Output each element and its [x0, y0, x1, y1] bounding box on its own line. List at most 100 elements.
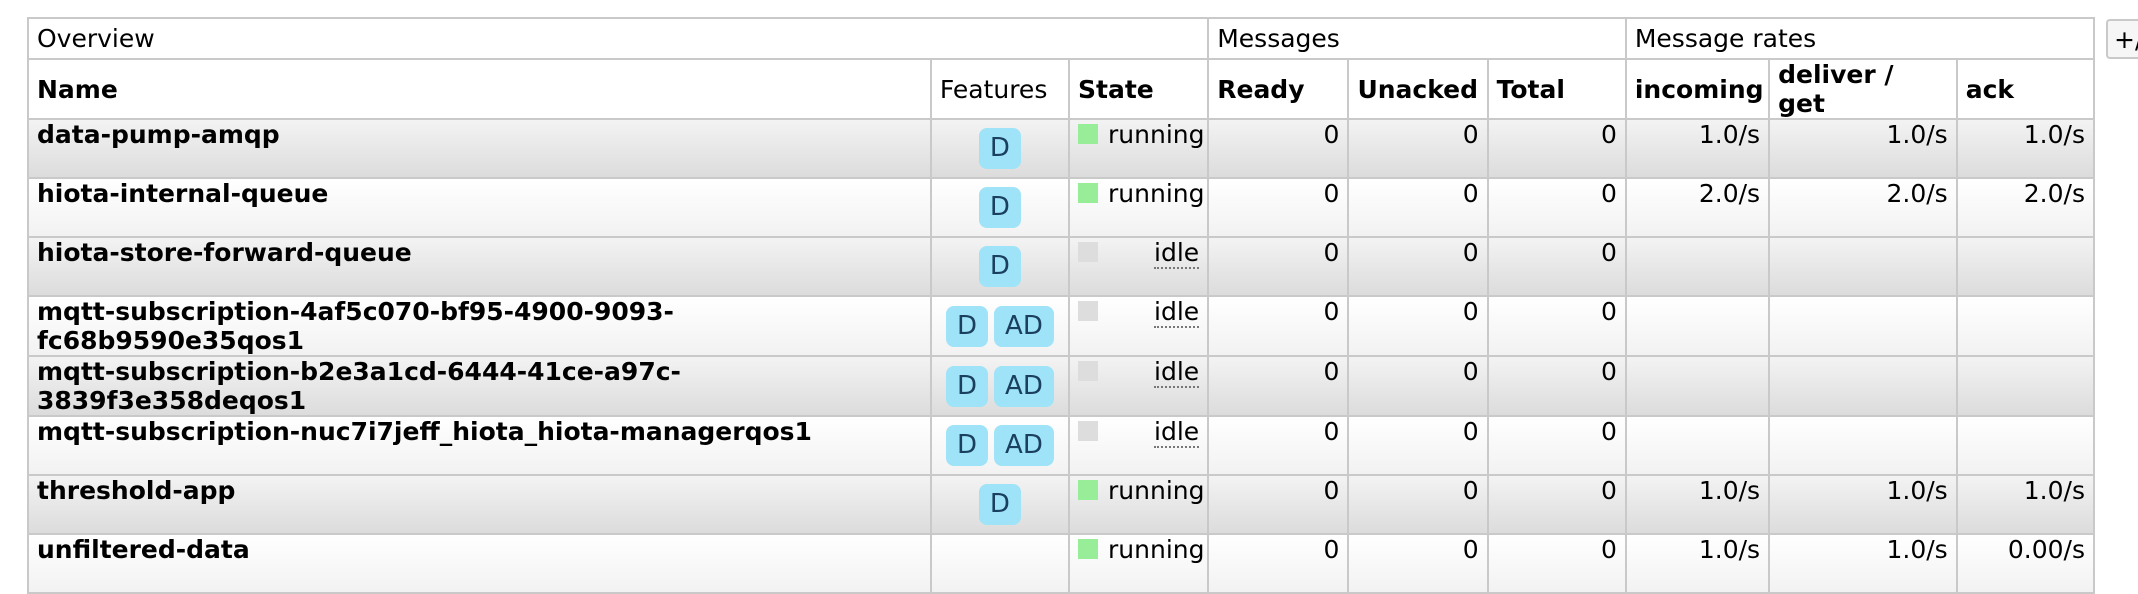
queue-row[interactable]: hiota-internal-queue Drunning 0 0 0 2.0/s 2.0/…: [27, 177, 2096, 238]
feature-badge-d: D: [978, 128, 1021, 169]
queue-features: D AD: [929, 295, 1071, 357]
queue-ready: 0: [1207, 295, 1350, 357]
queue-ready: 0: [1207, 177, 1350, 238]
feature-badge-d: D: [978, 246, 1021, 287]
queue-row[interactable]: threshold-app Drunning 0 0 0 1.0/s 1.0/s 1.0/s: [27, 474, 2096, 535]
queue-incoming: 1.0/s: [1624, 118, 1771, 179]
queue-row[interactable]: mqtt-subscription-nuc7i7jeff_hiota_hiota…: [27, 415, 2096, 476]
queue-ack: [1955, 236, 2096, 297]
state-indicator-icon: [1078, 421, 1099, 441]
queue-incoming: 1.0/s: [1624, 533, 1771, 594]
queue-name-link[interactable]: threshold-app: [27, 474, 932, 535]
queue-deliver-get: 1.0/s: [1768, 118, 1958, 179]
queue-deliver-get: [1768, 236, 1958, 297]
queue-unacked: 0: [1347, 533, 1489, 594]
queue-total: 0: [1486, 236, 1627, 297]
column-header-deliver-get[interactable]: deliver / get: [1768, 58, 1958, 120]
column-group-row: Overview Messages Message rates: [26, 17, 2096, 60]
queue-incoming: 2.0/s: [1624, 177, 1771, 238]
queue-ready: 0: [1207, 355, 1350, 417]
queue-ready: 0: [1207, 415, 1350, 476]
feature-badge-d: D: [946, 365, 989, 407]
queue-state: idle: [1068, 295, 1210, 357]
group-header-messages: Messages: [1207, 17, 1627, 60]
group-header-message-rates: Message rates: [1624, 17, 2096, 60]
state-indicator-icon: [1078, 183, 1099, 203]
queue-state: running: [1068, 474, 1210, 535]
state-label: idle: [1154, 238, 1200, 269]
queue-total: 0: [1486, 474, 1627, 535]
queue-incoming: [1624, 415, 1771, 476]
feature-badge-d: D: [946, 425, 989, 466]
queue-total: 0: [1486, 415, 1627, 476]
queue-row[interactable]: hiota-store-forward-queue Didle 0 0 0: [27, 236, 2096, 297]
queue-total: 0: [1486, 533, 1627, 594]
queue-unacked: 0: [1347, 177, 1489, 238]
queue-name-link[interactable]: hiota-internal-queue: [27, 177, 932, 238]
state-label: running: [1108, 179, 1205, 208]
queue-unacked: 0: [1347, 295, 1489, 357]
queue-deliver-get: 1.0/s: [1768, 474, 1958, 535]
queue-state: running: [1068, 533, 1210, 594]
queue-name-link[interactable]: mqtt-subscription-4af5c070-bf95-4900-909…: [27, 295, 932, 357]
queue-state: running: [1068, 118, 1210, 179]
queue-ready: 0: [1207, 474, 1350, 535]
queue-rows: data-pump-amqp Drunning 0 0 0 1.0/s 1.0/s 1.0/s…: [27, 118, 2096, 594]
queue-name-link[interactable]: mqtt-subscription-b2e3a1cd-6444-41ce-a97…: [27, 355, 932, 417]
queues-table: Overview Messages Message rates Name Fea…: [26, 17, 2096, 594]
queue-incoming: [1624, 355, 1771, 417]
queue-row[interactable]: unfiltered-data running 0 0 0 1.0/s 1.0/s 0.00/…: [27, 533, 2096, 594]
queue-ack: 2.0/s: [1955, 177, 2096, 238]
queue-total: 0: [1486, 295, 1627, 357]
toggle-columns-button[interactable]: +/: [2106, 19, 2138, 59]
queue-name-link[interactable]: mqtt-subscription-nuc7i7jeff_hiota_hiota…: [27, 415, 932, 476]
column-header-name[interactable]: Name: [27, 58, 932, 120]
queue-incoming: 1.0/s: [1624, 474, 1771, 535]
queue-features: D AD: [929, 355, 1071, 417]
queue-row[interactable]: mqtt-subscription-4af5c070-bf95-4900-909…: [27, 295, 2096, 357]
queue-unacked: 0: [1347, 355, 1489, 417]
queue-unacked: 0: [1347, 474, 1489, 535]
state-label: idle: [1154, 297, 1200, 328]
state-indicator-icon: [1078, 242, 1099, 262]
queue-state: idle: [1068, 415, 1210, 476]
queue-state: running: [1068, 177, 1210, 238]
queue-ready: 0: [1207, 533, 1350, 594]
column-header-unacked[interactable]: Unacked: [1347, 58, 1489, 120]
column-header-incoming[interactable]: incoming: [1624, 58, 1771, 120]
queue-ready: 0: [1207, 118, 1350, 179]
feature-badge-d: D: [946, 305, 989, 347]
queue-row[interactable]: data-pump-amqp Drunning 0 0 0 1.0/s 1.0/s 1.0/s: [27, 118, 2096, 179]
queue-ack: 0.00/s: [1955, 533, 2096, 594]
queue-name-link[interactable]: unfiltered-data: [27, 533, 932, 594]
feature-badge-ad: AD: [994, 425, 1054, 466]
state-label: running: [1108, 476, 1205, 505]
column-header-total[interactable]: Total: [1486, 58, 1627, 120]
column-header-state[interactable]: State: [1068, 58, 1210, 120]
queue-features: D: [929, 118, 1071, 179]
state-label: idle: [1154, 357, 1200, 388]
group-header-overview: Overview: [26, 17, 1210, 60]
queue-unacked: 0: [1347, 236, 1489, 297]
queue-deliver-get: [1768, 355, 1958, 417]
state-label: running: [1108, 120, 1205, 149]
queue-row[interactable]: mqtt-subscription-b2e3a1cd-6444-41ce-a97…: [27, 355, 2096, 417]
queue-total: 0: [1486, 177, 1627, 238]
queue-ready: 0: [1207, 236, 1350, 297]
state-label: idle: [1154, 417, 1200, 448]
state-label: running: [1108, 535, 1205, 564]
column-header-features: Features: [929, 58, 1071, 120]
queue-name-link[interactable]: data-pump-amqp: [27, 118, 932, 179]
queue-deliver-get: 1.0/s: [1768, 533, 1958, 594]
queue-ack: [1955, 415, 2096, 476]
state-indicator-icon: [1078, 539, 1099, 559]
state-indicator-icon: [1078, 480, 1099, 500]
queue-unacked: 0: [1347, 118, 1489, 179]
queue-name-link[interactable]: hiota-store-forward-queue: [27, 236, 932, 297]
column-header-ready[interactable]: Ready: [1207, 58, 1350, 120]
queue-deliver-get: [1768, 295, 1958, 357]
queue-ack: 1.0/s: [1955, 474, 2096, 535]
queue-features: D: [929, 474, 1071, 535]
feature-badge-ad: AD: [994, 305, 1054, 347]
column-header-ack[interactable]: ack: [1955, 58, 2096, 120]
